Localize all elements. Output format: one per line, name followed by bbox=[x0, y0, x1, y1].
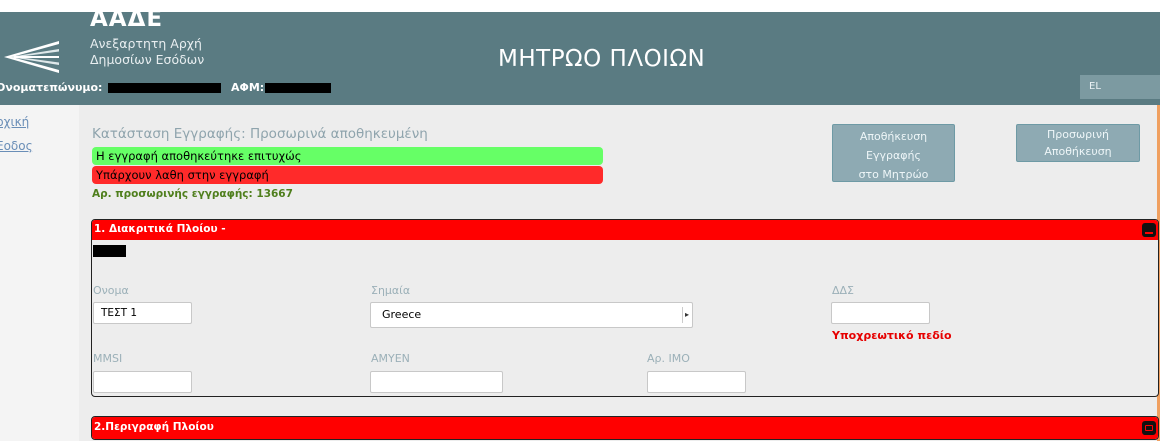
section-vessel-description: 2.Περιγραφή Πλοίου bbox=[91, 416, 1159, 440]
user-name-label: Ονοματεπώνυμο: bbox=[0, 81, 103, 94]
sidebar-item-logout[interactable]: Εοδος bbox=[0, 139, 33, 153]
logo-subtitle-1: Ανεξαρτητη Αρχή bbox=[90, 36, 202, 51]
success-message-text: Η εγγραφή αποθηκεύτηκε επιτυχώς bbox=[96, 149, 302, 163]
imo-input[interactable] bbox=[647, 371, 746, 393]
language-label: EL bbox=[1089, 81, 1101, 92]
logo-title: ΑΑΔΕ bbox=[90, 6, 164, 32]
error-message-text: Υπάρχουν λαθη στην εγγραφή bbox=[96, 168, 269, 182]
flag-select-value: Greece bbox=[382, 308, 422, 321]
section-2-header[interactable]: 2.Περιγραφή Πλοίου bbox=[92, 417, 1158, 439]
save-button-line-1: Αποθήκευση bbox=[859, 130, 928, 143]
section-1-header[interactable]: 1. Διακριτικά Πλοίου - bbox=[92, 220, 1158, 240]
section-1-title: 1. Διακριτικά Πλοίου - bbox=[94, 223, 226, 235]
dds-label: ΔΔΣ bbox=[832, 284, 854, 297]
section-2-title: 2.Περιγραφή Πλοίου bbox=[94, 421, 214, 433]
flag-select[interactable]: Greece ▸ bbox=[370, 302, 693, 328]
error-message: Υπάρχουν λαθη στην εγγραφή bbox=[92, 166, 603, 184]
section-vessel-identifiers: 1. Διακριτικά Πλοίου - Ονομα ΤΕΣΤ 1 Σημα… bbox=[91, 219, 1159, 397]
expand-icon[interactable] bbox=[1142, 421, 1156, 435]
app-header: ΑΑΔΕ Ανεξαρτητη Αρχή Δημοσίων Εσόδων ΜΗΤ… bbox=[0, 6, 1160, 105]
collapse-icon[interactable] bbox=[1142, 223, 1156, 237]
dds-input[interactable] bbox=[831, 302, 930, 324]
sidebar: ρχική Εοδος bbox=[0, 105, 79, 441]
save-to-registry-button[interactable]: Αποθήκευση Εγγραφής στο Μητρώο bbox=[832, 124, 955, 182]
redacted-user-name bbox=[108, 83, 221, 93]
save-button-line-2: Εγγραφής bbox=[866, 149, 921, 162]
dds-required-error: Υποχρεωτικό πεδίο bbox=[832, 329, 952, 342]
app-title: ΜΗΤΡΩΟ ΠΛΟΙΩΝ bbox=[498, 46, 706, 72]
amyen-label: ΑΜΥΕΝ bbox=[371, 352, 410, 365]
mmsi-label: MMSI bbox=[93, 352, 123, 365]
aade-logo-icon bbox=[4, 41, 59, 73]
success-message: Η εγγραφή αποθηκεύτηκε επιτυχώς bbox=[92, 147, 603, 165]
imo-label: Αρ. ΙΜΟ bbox=[647, 352, 690, 365]
logo-subtitle-2: Δημοσίων Εσόδων bbox=[90, 52, 205, 67]
name-label: Ονομα bbox=[93, 284, 129, 297]
temporary-save-button[interactable]: Προσωρινή Αποθήκευση bbox=[1016, 124, 1140, 162]
temp-button-line-1: Προσωρινή bbox=[1047, 128, 1109, 141]
temp-registration-number: Αρ. προσωρινής εγγραφής: 13667 bbox=[92, 188, 293, 200]
registration-status: Κατάσταση Εγγραφής: Προσωρινά αποθηκευμέ… bbox=[92, 126, 428, 142]
name-input[interactable]: ΤΕΣΤ 1 bbox=[93, 302, 192, 324]
amyen-input[interactable] bbox=[370, 371, 503, 393]
redacted-vessel-id bbox=[93, 245, 126, 257]
mmsi-input[interactable] bbox=[93, 371, 192, 393]
redacted-afm bbox=[265, 83, 331, 93]
language-button[interactable]: EL bbox=[1080, 75, 1160, 99]
flag-label: Σημαία bbox=[371, 284, 411, 297]
temp-button-line-2: Αποθήκευση bbox=[1044, 145, 1112, 158]
afm-label: ΑΦΜ: bbox=[231, 81, 265, 94]
select-arrow-icon: ▸ bbox=[682, 307, 691, 323]
save-button-line-3: στο Μητρώο bbox=[858, 168, 929, 181]
sidebar-item-home[interactable]: ρχική bbox=[0, 115, 29, 129]
